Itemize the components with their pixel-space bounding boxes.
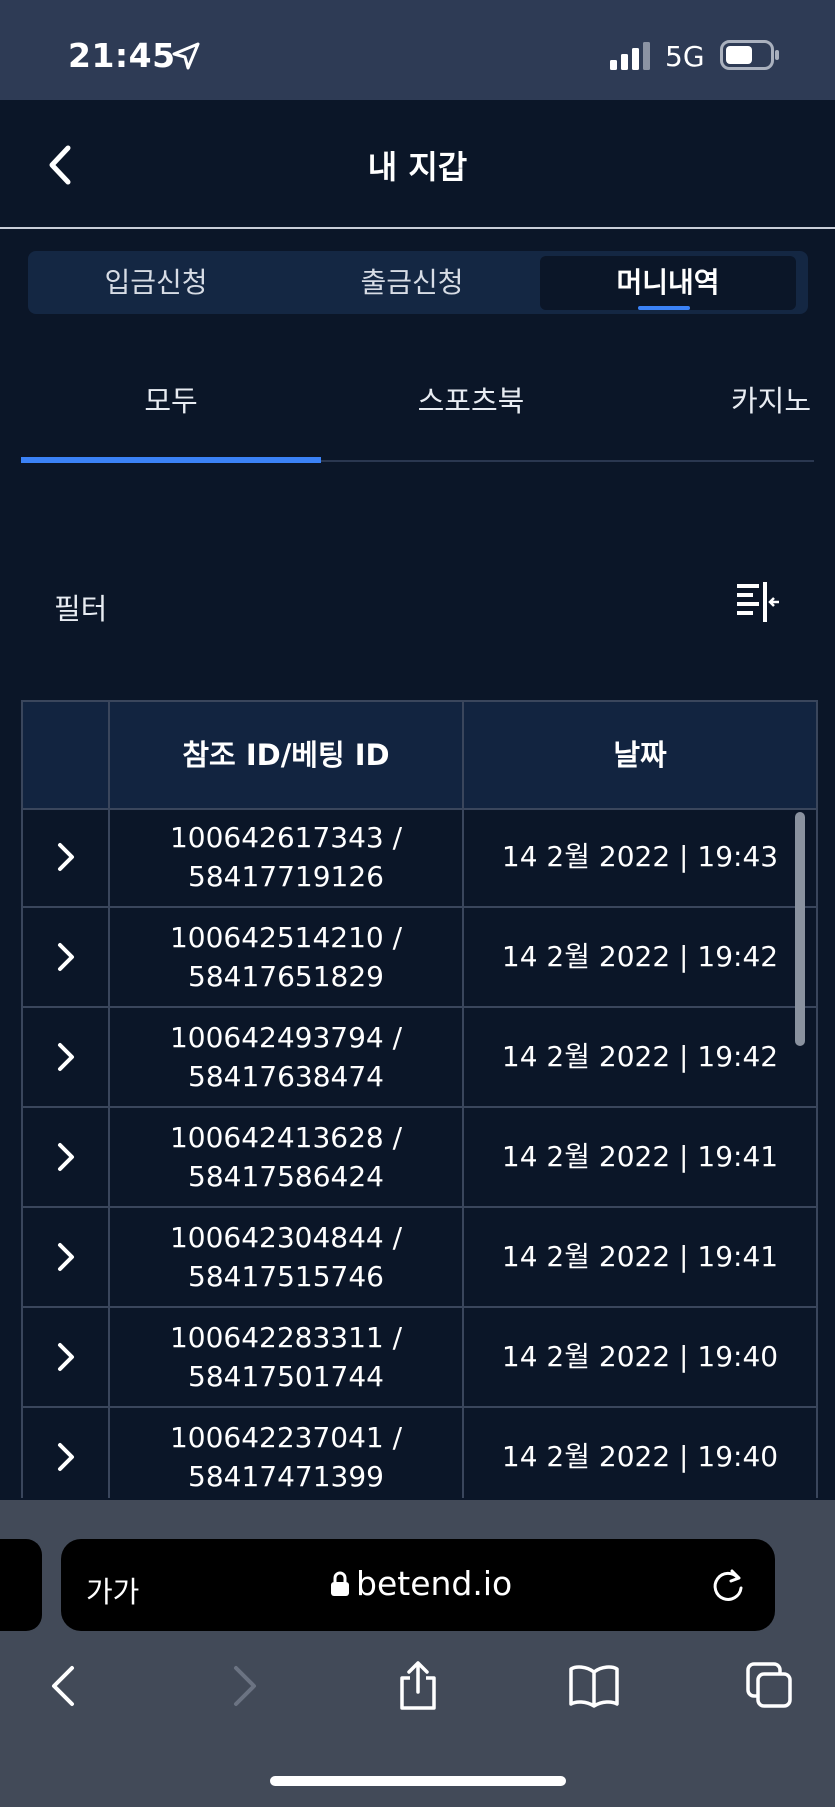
tab-indicator bbox=[638, 306, 690, 310]
filter-sort-icon[interactable] bbox=[735, 582, 781, 622]
ref-id: 100642413628 / bbox=[169, 1121, 403, 1154]
location-arrow-icon bbox=[172, 42, 200, 70]
column-divider bbox=[108, 700, 110, 1498]
date-cell: 14 2월 2022 | 19:41 bbox=[501, 1240, 779, 1273]
date-cell: 14 2월 2022 | 19:43 bbox=[501, 840, 779, 873]
expand-chevron-icon[interactable] bbox=[53, 1240, 79, 1274]
ref-id: 100642493794 / bbox=[169, 1021, 403, 1054]
bet-id: 58417471399 bbox=[188, 1460, 384, 1493]
date-cell: 14 2월 2022 | 19:41 bbox=[501, 1140, 779, 1173]
ref-id: 100642237041 / bbox=[169, 1421, 403, 1454]
signal-icon bbox=[610, 42, 650, 70]
text-size-button[interactable]: 가가 bbox=[86, 1569, 139, 1611]
reload-icon[interactable] bbox=[708, 1566, 748, 1606]
page-title: 내 지갑 bbox=[367, 148, 468, 186]
table-row[interactable]: 100642304844 / 58417515746 14 2월 2022 | 19… bbox=[23, 1208, 816, 1308]
subtab-casino[interactable]: 카지노 bbox=[731, 378, 811, 420]
bookmarks-icon[interactable] bbox=[568, 1660, 620, 1712]
table-scrollbar[interactable] bbox=[795, 812, 805, 1046]
subtab-indicator bbox=[21, 457, 321, 463]
lock-icon bbox=[331, 1571, 349, 1596]
previous-tab-preview[interactable] bbox=[0, 1539, 42, 1631]
date-cell: 14 2월 2022 | 19:42 bbox=[501, 1040, 779, 1073]
bet-id: 58417638474 bbox=[188, 1060, 384, 1093]
table-row[interactable]: 100642283311 / 58417501744 14 2월 2022 | 19… bbox=[23, 1308, 816, 1408]
table-header: 참조 ID/베팅 ID 날짜 bbox=[23, 700, 816, 810]
table-row[interactable]: 100642493794 / 58417638474 14 2월 2022 | 19… bbox=[23, 1008, 816, 1108]
date-cell: 14 2월 2022 | 19:40 bbox=[501, 1340, 779, 1373]
ref-bet-id-cell: 100642617343 / 58417719126 bbox=[110, 818, 462, 896]
bet-id: 58417651829 bbox=[188, 960, 384, 993]
history-table: 참조 ID/베팅 ID 날짜 100642617343 / 58417719126… bbox=[21, 700, 818, 1498]
ref-bet-id-cell: 100642413628 / 58417586424 bbox=[110, 1118, 462, 1196]
expand-chevron-icon[interactable] bbox=[53, 840, 79, 874]
subtab-all[interactable]: 모두 bbox=[21, 378, 321, 420]
ref-id: 100642283311 / bbox=[169, 1321, 403, 1354]
status-time: 21:45 bbox=[68, 36, 176, 75]
tab-deposit[interactable]: 입금신청 bbox=[28, 251, 284, 314]
expand-chevron-icon[interactable] bbox=[53, 1040, 79, 1074]
tab-withdraw[interactable]: 출금신청 bbox=[284, 251, 540, 314]
tab-money-history[interactable]: 머니내역 bbox=[540, 251, 796, 314]
browser-back-icon[interactable] bbox=[38, 1660, 90, 1712]
url-text[interactable]: betend.io bbox=[356, 1564, 512, 1603]
ref-bet-id-cell: 100642237041 / 58417471399 bbox=[110, 1418, 462, 1496]
date-cell: 14 2월 2022 | 19:42 bbox=[501, 940, 779, 973]
ref-bet-id-cell: 100642493794 / 58417638474 bbox=[110, 1018, 462, 1096]
share-icon[interactable] bbox=[392, 1660, 444, 1712]
bet-id: 58417719126 bbox=[188, 860, 384, 893]
subtab-sportsbook[interactable]: 스포츠북 bbox=[321, 378, 621, 420]
date-cell: 14 2월 2022 | 19:40 bbox=[501, 1440, 779, 1473]
table-row[interactable]: 100642413628 / 58417586424 14 2월 2022 | 19… bbox=[23, 1108, 816, 1208]
bet-id: 58417501744 bbox=[188, 1360, 384, 1393]
ref-id: 100642304844 / bbox=[169, 1221, 403, 1254]
expand-chevron-icon[interactable] bbox=[53, 1140, 79, 1174]
expand-chevron-icon[interactable] bbox=[53, 940, 79, 974]
expand-chevron-icon[interactable] bbox=[53, 1440, 79, 1474]
expand-chevron-icon[interactable] bbox=[53, 1340, 79, 1374]
bet-id: 58417586424 bbox=[188, 1160, 384, 1193]
browser-forward-icon[interactable] bbox=[218, 1660, 270, 1712]
bet-id: 58417515746 bbox=[188, 1260, 384, 1293]
ref-bet-id-cell: 100642514210 / 58417651829 bbox=[110, 918, 462, 996]
battery-icon bbox=[720, 40, 779, 70]
column-divider bbox=[462, 700, 464, 1498]
network-label: 5G bbox=[665, 40, 705, 73]
ref-bet-id-cell: 100642304844 / 58417515746 bbox=[110, 1218, 462, 1296]
ref-id: 100642617343 / bbox=[169, 821, 403, 854]
filter-label[interactable]: 필터 bbox=[54, 586, 107, 628]
ref-bet-id-cell: 100642283311 / 58417501744 bbox=[110, 1318, 462, 1396]
ref-id: 100642514210 / bbox=[169, 921, 403, 954]
header-date: 날짜 bbox=[613, 738, 667, 772]
tabs-icon[interactable] bbox=[744, 1660, 796, 1712]
header-ref-id: 참조 ID/베팅 ID bbox=[182, 738, 390, 772]
table-row[interactable]: 100642237041 / 58417471399 14 2월 2022 | 19… bbox=[23, 1408, 816, 1498]
table-row[interactable]: 100642514210 / 58417651829 14 2월 2022 | 19… bbox=[23, 908, 816, 1008]
home-indicator bbox=[270, 1776, 566, 1786]
table-row[interactable]: 100642617343 / 58417719126 14 2월 2022 | 19… bbox=[23, 808, 816, 908]
